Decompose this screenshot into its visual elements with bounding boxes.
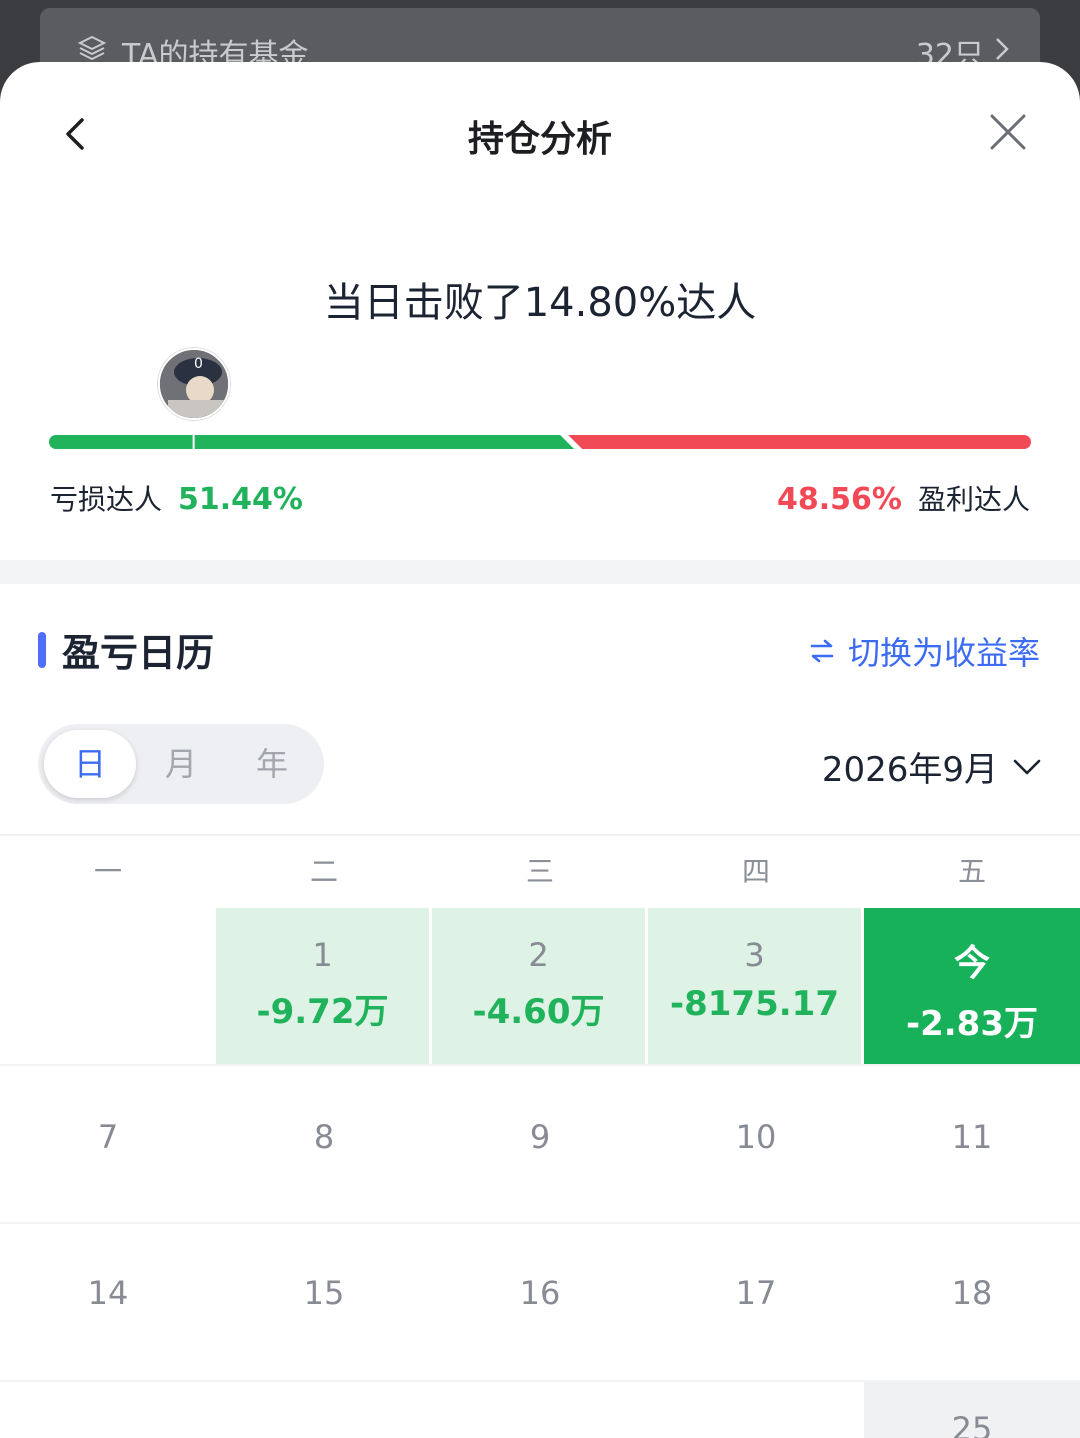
calendar-day: 8 xyxy=(313,1118,335,1156)
gain-summary: 48.56% 盈利达人 xyxy=(777,478,1030,518)
calendar-week-4: 25 xyxy=(0,1382,1080,1438)
calendar-pnl: -2.83万 xyxy=(906,1004,1038,1044)
calendar-cell[interactable]: 25 xyxy=(864,1382,1080,1438)
close-button[interactable] xyxy=(988,112,1028,152)
calendar-day: 14 xyxy=(87,1274,129,1312)
calendar-cell-empty xyxy=(0,908,216,1064)
calendar-cell[interactable]: 17 xyxy=(648,1224,864,1380)
tab-year[interactable]: 年 xyxy=(226,730,318,798)
weekday-wed: 三 xyxy=(525,855,554,888)
calendar-cell[interactable]: 8 xyxy=(216,1066,432,1222)
calendar-cell[interactable]: 16 xyxy=(432,1224,648,1380)
loss-value: 51.44% xyxy=(178,482,303,517)
weekday-thu: 四 xyxy=(741,855,770,888)
calendar-cell-empty xyxy=(0,1382,216,1438)
calendar-day: 11 xyxy=(951,1118,993,1156)
rank-progress-bar xyxy=(48,432,1032,452)
switch-to-yield-label: 切换为收益率 xyxy=(847,634,1040,672)
calendar-section-title: 盈亏日历 xyxy=(62,631,215,675)
calendar-cell-empty xyxy=(648,1382,864,1438)
weekday-header: 一 二 三 四 五 xyxy=(0,836,1080,908)
period-segmented-control: 日 月 年 xyxy=(38,724,324,804)
nav-bar: 持仓分析 xyxy=(0,62,1080,212)
loss-label: 亏损达人 xyxy=(50,483,163,516)
calendar-cell-today[interactable]: 今 -2.83万 xyxy=(864,908,1080,1064)
calendar-day: 7 xyxy=(97,1118,119,1156)
weekday-tue: 二 xyxy=(309,855,338,888)
calendar-day: 25 xyxy=(951,1410,993,1438)
calendar-pnl: -4.60万 xyxy=(472,992,605,1032)
calendar-pnl: -9.72万 xyxy=(256,992,389,1032)
calendar-cell[interactable]: 14 xyxy=(0,1224,216,1380)
calendar-week-2: 7 8 9 10 11 xyxy=(0,1066,1080,1222)
calendar-cell[interactable]: 3 -8175.17 xyxy=(648,908,864,1064)
calendar-day: 15 xyxy=(303,1274,345,1312)
page-title: 持仓分析 xyxy=(467,119,612,160)
gain-bar-segment xyxy=(568,435,1031,449)
svg-text:0: 0 xyxy=(194,356,203,372)
avatar: 0 xyxy=(158,348,230,420)
calendar-cell[interactable]: 10 xyxy=(648,1066,864,1222)
user-position-marker xyxy=(192,433,195,451)
calendar-day: 1 xyxy=(312,936,333,974)
calendar-day: 9 xyxy=(529,1118,551,1156)
switch-to-yield-button[interactable]: 切换为收益率 xyxy=(808,628,1040,674)
holdings-analysis-sheet: 持仓分析 当日击败了14.80%达人 0 亏损达人 51.44% 48.56% … xyxy=(0,62,1080,1438)
loss-summary: 亏损达人 51.44% xyxy=(50,478,303,518)
calendar-pnl: -8175.17 xyxy=(670,984,839,1024)
calendar-week-3: 14 15 16 17 18 xyxy=(0,1224,1080,1380)
calendar-day: 10 xyxy=(735,1118,777,1156)
calendar-cell[interactable]: 18 xyxy=(864,1224,1080,1380)
calendar-day: 17 xyxy=(735,1274,777,1312)
calendar-day: 18 xyxy=(951,1274,993,1312)
calendar-cell[interactable]: 2 -4.60万 xyxy=(432,908,648,1064)
weekday-fri: 五 xyxy=(957,855,986,888)
month-picker[interactable]: 2026年9月 xyxy=(822,742,1042,791)
chevron-down-icon xyxy=(1013,759,1041,774)
calendar-cell[interactable]: 15 xyxy=(216,1224,432,1380)
calendar-cell[interactable]: 1 -9.72万 xyxy=(216,908,432,1064)
loss-bar-segment xyxy=(49,435,575,449)
calendar-week-1: 1 -9.72万 2 -4.60万 3 -8175.17 今 -2.83万 xyxy=(0,908,1080,1064)
calendar-cell-empty xyxy=(216,1382,432,1438)
section-marker xyxy=(38,631,46,668)
calendar-section-header: 盈亏日历 xyxy=(38,622,214,677)
section-divider xyxy=(0,560,1080,584)
tab-day[interactable]: 日 xyxy=(44,730,136,798)
weekday-mon: 一 xyxy=(93,855,122,888)
calendar-cell[interactable]: 9 xyxy=(432,1066,648,1222)
calendar-day: 今 xyxy=(953,943,990,984)
calendar-day: 16 xyxy=(519,1274,561,1312)
close-icon xyxy=(990,114,1026,150)
calendar-day: 3 xyxy=(744,936,765,974)
tab-month[interactable]: 月 xyxy=(135,730,227,798)
gain-value: 48.56% xyxy=(777,482,902,517)
month-label: 2026年9月 xyxy=(821,750,998,790)
rank-headline: 当日击败了14.80%达人 xyxy=(323,280,757,326)
calendar-cell-empty xyxy=(432,1382,648,1438)
gain-label: 盈利达人 xyxy=(917,483,1030,516)
calendar-cell[interactable]: 11 xyxy=(864,1066,1080,1222)
calendar-day: 2 xyxy=(528,936,549,974)
swap-icon xyxy=(810,639,834,663)
calendar-cell[interactable]: 7 xyxy=(0,1066,216,1222)
